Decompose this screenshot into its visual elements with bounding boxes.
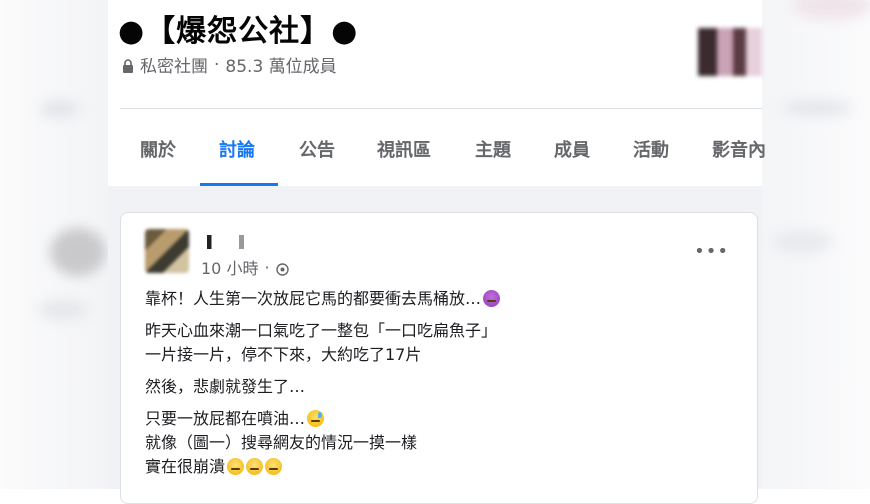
- group-meta: 私密社團 · 85.3 萬位成員: [122, 52, 337, 77]
- separator-dot: ·: [214, 54, 220, 75]
- tab-about[interactable]: 關於: [140, 136, 176, 162]
- tab-announcements[interactable]: 公告: [299, 136, 335, 162]
- blurred-shape: [772, 230, 832, 254]
- blurred-shape: [50, 228, 106, 276]
- post-paragraph: 昨天心血來潮一口氣吃了一整包「一口吃扁魚子」 一片接一片，停不下來，大約吃了17…: [145, 319, 725, 367]
- blurred-shape: [782, 100, 852, 116]
- tab-video-area[interactable]: 視訊區: [377, 136, 431, 162]
- post-body: 靠杯！人生第一次放屁它馬的都要衝去馬桶放… 昨天心血來潮一口氣吃了一整包「一口吃…: [145, 287, 725, 487]
- group-title[interactable]: ●【爆怨公社】●: [118, 6, 358, 50]
- post-line: 然後，悲劇就發生了…: [145, 377, 306, 396]
- tab-media[interactable]: 影音內: [712, 136, 766, 162]
- post-paragraph: 只要一放屁都在噴油… 就像（圖一）搜尋網友的情況一摸一樣 實在很崩潰: [145, 407, 725, 479]
- post-line: 只要一放屁都在噴油…: [145, 409, 306, 428]
- tab-discussion[interactable]: 討論: [219, 136, 255, 162]
- angry-face-emoji: [483, 290, 501, 307]
- blurred-shape: [38, 300, 88, 320]
- post-timestamp[interactable]: 10 小時: [201, 255, 258, 279]
- right-blurred-margin: [762, 0, 870, 489]
- tab-topics[interactable]: 主題: [475, 136, 511, 162]
- post-line: 實在很崩潰: [145, 457, 226, 476]
- post-paragraph: 然後，悲劇就發生了…: [145, 375, 725, 399]
- group-tabs: 關於 討論 公告 視訊區 主題 成員 活動 影音內: [108, 128, 766, 186]
- globe-icon: [275, 261, 289, 276]
- tired-face-emoji: [265, 458, 283, 475]
- tab-members[interactable]: 成員: [554, 136, 590, 162]
- post-paragraph: 靠杯！人生第一次放屁它馬的都要衝去馬桶放…: [145, 287, 725, 311]
- blurred-shape: [792, 0, 870, 20]
- tab-events[interactable]: 活動: [633, 136, 669, 162]
- blurred-shape: [40, 100, 80, 118]
- lock-icon: [122, 58, 134, 73]
- post-line: 昨天心血來潮一口氣吃了一整包「一口吃扁魚子」: [145, 321, 498, 340]
- more-options-icon[interactable]: •••: [694, 241, 729, 262]
- post-timestamp-row: 10 小時 ·: [201, 255, 289, 279]
- separator-dot: ·: [264, 257, 270, 277]
- cold-sweat-emoji: [307, 410, 325, 427]
- group-member-count[interactable]: 85.3 萬位成員: [225, 52, 336, 77]
- post-line: 就像（圖一）搜尋網友的情況一摸一樣: [145, 433, 418, 452]
- left-blurred-margin: [0, 0, 108, 489]
- poster-name-redacted[interactable]: [207, 235, 253, 249]
- group-privacy: 私密社團: [140, 57, 208, 77]
- tired-face-emoji: [246, 458, 264, 475]
- header-divider: [120, 108, 762, 109]
- group-page: ●【爆怨公社】● 私密社團 · 85.3 萬位成員 關於 討論 公告 視訊區 主…: [108, 0, 766, 504]
- member-avatar-thumbnail[interactable]: [698, 28, 762, 76]
- tired-face-emoji: [227, 458, 245, 475]
- post-line: 一片接一片，停不下來，大約吃了17片: [145, 345, 422, 364]
- post-card: 10 小時 · ••• 靠杯！人生第一次放屁它馬的都要衝去馬桶放… 昨天心血來潮…: [120, 212, 758, 504]
- poster-avatar[interactable]: [145, 229, 189, 273]
- post-line: 靠杯！人生第一次放屁它馬的都要衝去馬桶放…: [145, 289, 482, 308]
